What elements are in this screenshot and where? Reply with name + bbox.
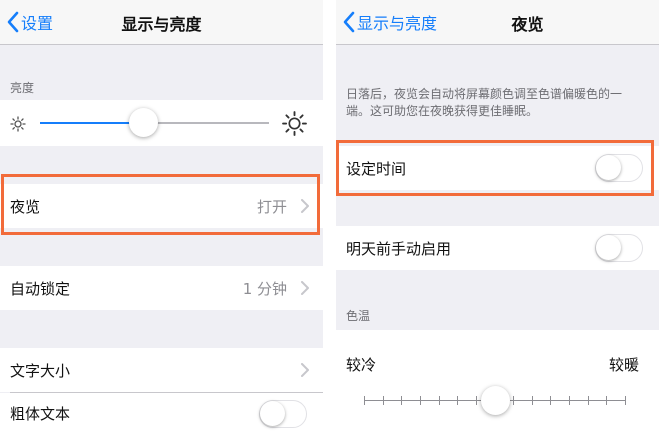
auto-lock-label: 自动锁定 [10,280,71,298]
color-temp-slider-knob[interactable] [480,386,510,415]
color-temp-tick [419,396,421,405]
nav-bar: 设置 显示与亮度 [0,0,323,45]
color-temp-tick [606,396,608,405]
text-size-label: 文字大小 [10,362,71,380]
color-temp-tick [587,396,589,405]
chevron-left-icon [343,11,355,33]
night-shift-description: 日落后，夜览会自动将屏幕颜色调至色谱偏暖色的一端。这可助您在夜晚获得更佳睡眠。 [346,87,623,118]
color-temp-tick [569,396,571,405]
brightness-slider[interactable] [40,108,269,137]
text-size-row[interactable]: 文字大小 [0,348,323,392]
brightness-slider-fill [40,122,144,124]
bold-text-toggle[interactable] [259,400,307,428]
color-temp-tick [382,396,384,405]
color-temp-tick [550,396,552,405]
scheduled-highlight [336,140,654,196]
bold-text-row: 粗体文本 [0,393,323,431]
color-temp-slider[interactable] [364,386,626,415]
cooler-label: 较冷 [346,356,377,374]
nav-bar: 显示与亮度 夜览 [336,0,659,45]
toggle-knob [596,235,621,260]
color-temp-tick [625,396,626,405]
page-title: 显示与亮度 [121,15,202,34]
warmer-label: 较暖 [608,356,639,374]
auto-lock-row[interactable]: 自动锁定 1 分钟 [0,266,323,310]
color-temp-tick [531,396,533,405]
color-temp-section-header: 色温 [346,309,371,323]
page-title: 夜览 [511,15,544,34]
night-shift-screen: 显示与亮度 夜览 日落后，夜览会自动将屏幕颜色调至色谱偏暖色的一端。这可助您在夜… [336,0,659,431]
chevron-right-icon [301,281,309,295]
manual-enable-toggle[interactable] [595,234,643,262]
color-temp-tick [475,396,477,405]
sun-large-icon [282,111,307,136]
night-shift-highlight [1,174,320,235]
brightness-row [0,100,323,146]
display-brightness-screen: 设置 显示与亮度 亮度 夜览 打开 自动锁定 1 分钟 文字大小 粗体文本 [0,0,323,431]
auto-lock-value: 1 分钟 [242,280,287,298]
manual-enable-row: 明天前手动启用 [336,226,659,270]
toggle-knob [260,401,285,426]
color-temp-tick [438,396,440,405]
bold-text-label: 粗体文本 [10,405,71,423]
brightness-slider-knob[interactable] [129,108,159,137]
color-temp-row: 较冷 较暖 [336,330,659,431]
color-temp-tick [457,396,459,405]
color-temp-tick [513,396,515,405]
chevron-right-icon [301,363,309,377]
color-temp-tick [364,396,365,405]
color-temp-tick [401,396,403,405]
sun-small-icon [10,116,26,132]
manual-enable-label: 明天前手动启用 [346,240,452,258]
brightness-section-header: 亮度 [10,81,35,95]
